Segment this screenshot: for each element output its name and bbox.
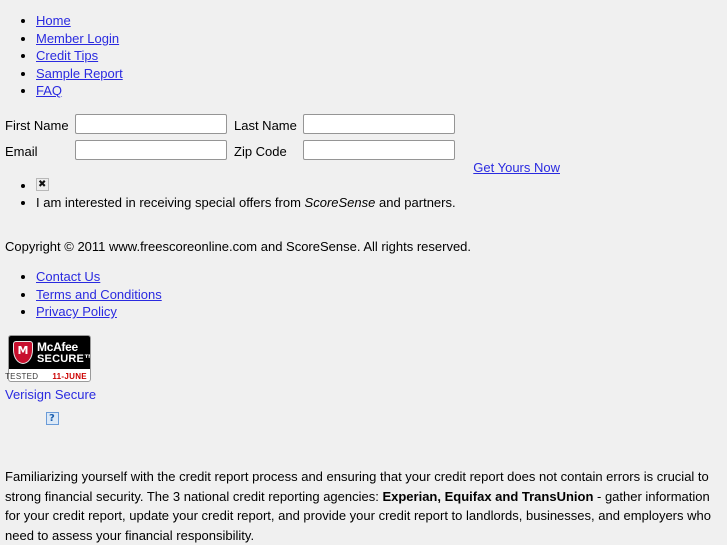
brand-name: ScoreSense bbox=[304, 195, 376, 210]
nav-link-faq[interactable]: FAQ bbox=[36, 83, 62, 98]
mcafee-shield-icon: M bbox=[13, 341, 33, 364]
mcafee-badge-wordmark: McAfee SECURE™ bbox=[37, 339, 91, 365]
first-name-input[interactable] bbox=[75, 114, 227, 134]
list-item: Contact Us bbox=[36, 268, 436, 286]
submit-row: Get Yours Now bbox=[0, 160, 560, 175]
first-name-label: First Name bbox=[5, 118, 69, 133]
signup-form: First Name Last Name Email Zip Code bbox=[0, 112, 727, 164]
list-item: Home bbox=[36, 12, 436, 30]
primary-navigation: Home Member Login Credit Tips Sample Rep… bbox=[0, 12, 436, 100]
offers-optin-text: I am interested in receiving special off… bbox=[36, 195, 456, 210]
last-name-input[interactable] bbox=[303, 114, 455, 134]
mcafee-tested-date: 11-JUNE bbox=[52, 372, 87, 381]
email-label: Email bbox=[5, 144, 38, 159]
footer-link-privacy-policy[interactable]: Privacy Policy bbox=[36, 304, 117, 319]
list-item: Terms and Conditions bbox=[36, 286, 436, 304]
form-row-names: First Name Last Name bbox=[0, 112, 727, 138]
credit-bureau-names: Experian, Equifax and TransUnion bbox=[382, 488, 594, 504]
footer-navigation: Contact Us Terms and Conditions Privacy … bbox=[0, 268, 436, 321]
footer-link-terms-and-conditions[interactable]: Terms and Conditions bbox=[36, 287, 162, 302]
list-item: Sample Report bbox=[36, 65, 436, 83]
mcafee-word-mcafee: McAfee bbox=[37, 339, 78, 354]
list-item: Member Login bbox=[36, 30, 436, 48]
mcafee-badge-header: M McAfee SECURE™ bbox=[9, 336, 90, 369]
nav-link-credit-tips[interactable]: Credit Tips bbox=[36, 48, 98, 63]
mcafee-shield-letter: M bbox=[17, 344, 29, 357]
mcafee-tested-strip: TESTED 11-JUNE bbox=[5, 371, 97, 382]
list-item: Credit Tips bbox=[36, 47, 436, 65]
email-input[interactable] bbox=[75, 140, 227, 160]
last-name-label: Last Name bbox=[234, 118, 297, 133]
offers-text-before: I am interested in receiving special off… bbox=[36, 195, 305, 210]
offers-text-after: and partners. bbox=[375, 195, 456, 210]
credit-report-info-paragraph: Familiarizing yourself with the credit r… bbox=[5, 467, 721, 545]
list-item: I am interested in receiving special off… bbox=[36, 194, 636, 212]
nav-link-home[interactable]: Home bbox=[36, 13, 71, 28]
verisign-broken-image-icon[interactable]: ? bbox=[46, 412, 59, 425]
list-item: FAQ bbox=[36, 82, 436, 100]
verisign-broken-image-glyph: ? bbox=[49, 413, 55, 424]
mcafee-word-secure: SECURE™ bbox=[37, 352, 91, 365]
offers-optin-list: ✖ I am interested in receiving special o… bbox=[0, 178, 636, 212]
nav-link-member-login[interactable]: Member Login bbox=[36, 31, 119, 46]
zip-code-label: Zip Code bbox=[234, 144, 287, 159]
broken-image-icon[interactable]: ✖ bbox=[36, 178, 49, 191]
copyright-text: Copyright © 2011 www.freescoreonline.com… bbox=[5, 239, 472, 254]
mcafee-tested-label: TESTED bbox=[5, 372, 39, 381]
get-yours-now-button[interactable]: Get Yours Now bbox=[473, 160, 560, 175]
list-item: ✖ bbox=[36, 178, 636, 194]
verisign-secure-link[interactable]: Verisign Secure bbox=[5, 387, 96, 402]
footer-link-contact-us[interactable]: Contact Us bbox=[36, 269, 100, 284]
list-item: Privacy Policy bbox=[36, 303, 436, 321]
zip-code-input[interactable] bbox=[303, 140, 455, 160]
broken-image-glyph: ✖ bbox=[38, 179, 47, 190]
nav-link-sample-report[interactable]: Sample Report bbox=[36, 66, 123, 81]
